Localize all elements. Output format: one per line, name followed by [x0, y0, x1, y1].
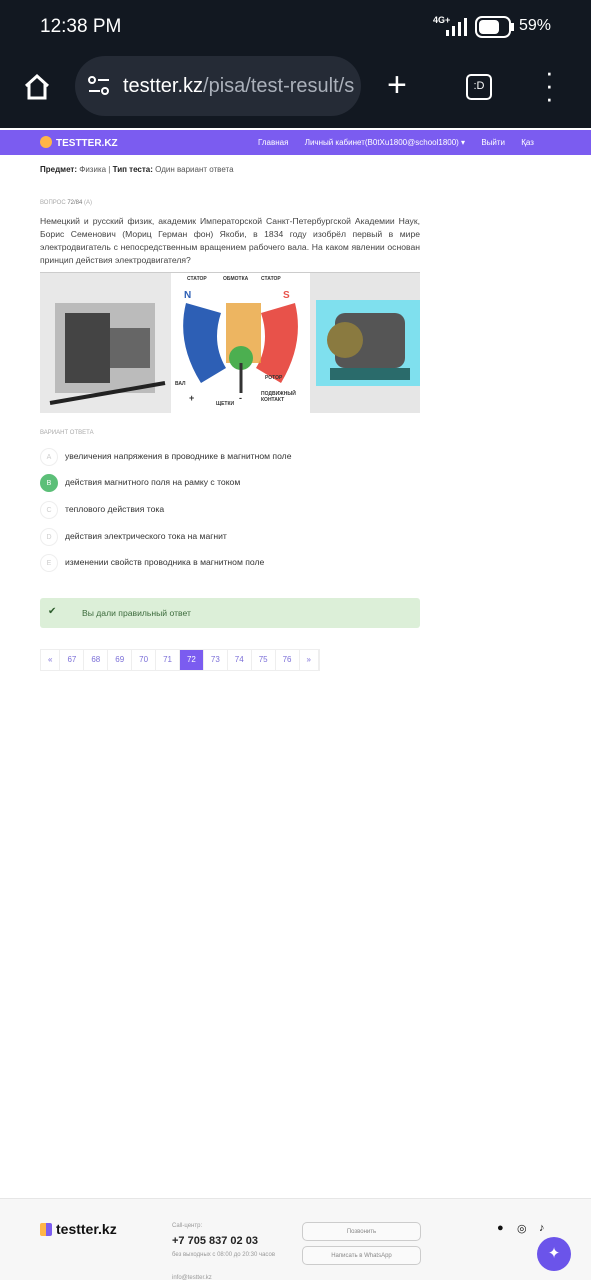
instagram-icon[interactable]: ◎ [517, 1222, 527, 1235]
question-text: Немецкий и русский физик, академик Импер… [40, 216, 420, 265]
clock: 12:38 PM [40, 16, 122, 37]
working-hours: без выходных с 08:00 до 20:30 часов [172, 1252, 276, 1258]
footer: testter.kz Call-центр: +7 705 837 02 03 … [0, 1198, 591, 1281]
phone-number[interactable]: +7 705 837 02 03 [172, 1235, 258, 1247]
page-67[interactable]: 67 [60, 650, 85, 670]
answers-label: ВАРИАНТ ОТВЕТА [40, 430, 94, 436]
page-69[interactable]: 69 [108, 650, 133, 670]
footer-logo[interactable]: testter.kz [40, 1221, 117, 1237]
logo-icon [40, 136, 52, 148]
page-73[interactable]: 73 [204, 650, 228, 670]
nav-home[interactable]: Главная [258, 138, 288, 147]
url-path: /pisa/test-result/s [203, 75, 355, 97]
test-meta: Предмет: Физика | Тип теста: Один вариан… [40, 165, 234, 174]
browser-toolbar: testter.kz/pisa/test-result/s + :D · · · [0, 56, 591, 128]
logo-icon [40, 1223, 52, 1236]
new-tab-icon[interactable]: + [387, 66, 407, 105]
pagination: « 67 68 69 70 71 72 73 74 75 76 » [40, 649, 320, 671]
signal-icon [446, 18, 467, 36]
status-bar: 12:38 PM 4G+ 59% [0, 0, 591, 56]
battery-level: 59% [518, 17, 551, 34]
nav-language[interactable]: Қаз [521, 138, 534, 147]
call-button[interactable]: Позвонить [302, 1222, 421, 1241]
address-bar[interactable]: testter.kz/pisa/test-result/s [75, 56, 361, 116]
call-center-label: Call-центр: [172, 1223, 203, 1229]
jacobi-motor-illustration [40, 273, 171, 413]
page-75[interactable]: 75 [252, 650, 276, 670]
menu-icon[interactable]: · · · [545, 59, 554, 111]
site-settings-icon[interactable] [87, 75, 111, 97]
facebook-icon[interactable]: ● [497, 1222, 504, 1234]
page-76[interactable]: 76 [276, 650, 300, 670]
motor-photo [310, 273, 420, 413]
page-72-current[interactable]: 72 [179, 650, 204, 670]
email-link[interactable]: info@testter.kz [172, 1275, 212, 1281]
motor-diagram: N S СТАТОР ОБМОТКА СТАТОР ВАЛ ЩЕТКИ РОТО… [171, 273, 310, 413]
page-70[interactable]: 70 [132, 650, 157, 670]
tabs-button[interactable]: :D [466, 74, 492, 100]
result-alert: ✔ Вы дали правильный ответ [40, 598, 420, 628]
question-image: N S СТАТОР ОБМОТКА СТАТОР ВАЛ ЩЕТКИ РОТО… [40, 272, 420, 413]
ai-assistant-button[interactable]: ✦ [537, 1237, 571, 1271]
home-icon[interactable] [22, 72, 52, 102]
page-71[interactable]: 71 [156, 650, 180, 670]
site-logo[interactable]: TESTTER.KZ [40, 136, 118, 149]
tiktok-icon[interactable]: ♪ [539, 1222, 545, 1234]
page-68[interactable]: 68 [84, 650, 109, 670]
url-host: testter.kz [123, 75, 204, 97]
page-74[interactable]: 74 [228, 650, 252, 670]
nav-logout[interactable]: Выйти [481, 138, 505, 147]
site-navbar: TESTTER.KZ Главная Личный кабинет(B0tXu1… [0, 130, 591, 155]
battery-icon [475, 16, 514, 38]
page-prev[interactable]: « [41, 650, 61, 670]
whatsapp-button[interactable]: Написать в WhatsApp [302, 1246, 421, 1265]
check-icon: ✔ [48, 606, 57, 617]
nav-account[interactable]: Личный кабинет(B0tXu1800@school1800) ▾ [305, 138, 465, 147]
sparkle-icon: ✦ [547, 1245, 561, 1262]
question-number: ВОПРОС 72/84 (A) [40, 200, 93, 206]
page-next[interactable]: » [300, 650, 319, 670]
